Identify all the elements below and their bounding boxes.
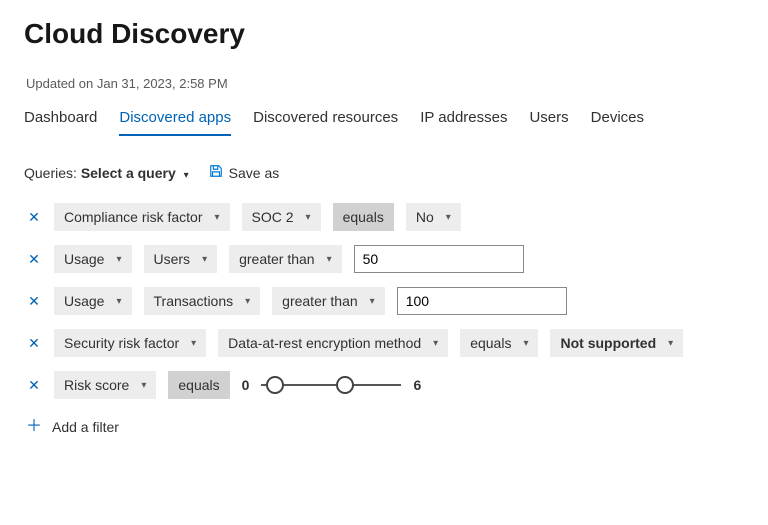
plus-icon: ＋ — [26, 419, 42, 435]
filter-sub-label: Data-at-rest encryption method — [228, 335, 421, 351]
filter-category-select[interactable]: Security risk factor ▾ — [54, 329, 206, 357]
filter-value-label: Not supported — [560, 335, 656, 351]
filter-category-label: Usage — [64, 251, 104, 267]
filter-operator-label: greater than — [239, 251, 315, 267]
filter-operator[interactable]: equals — [333, 203, 394, 231]
filter-sub-select[interactable]: Transactions ▾ — [144, 287, 261, 315]
tab-discovered-resources[interactable]: Discovered resources — [253, 105, 398, 136]
filter-row: ✕ Usage ▾ Transactions ▾ greater than ▾ — [26, 287, 744, 315]
slider-thumb-high[interactable] — [336, 376, 354, 394]
filter-operator[interactable]: equals — [168, 371, 229, 399]
chevron-down-icon: ▾ — [215, 212, 220, 223]
filter-sub-select[interactable]: SOC 2 ▾ — [242, 203, 321, 231]
filter-row: ✕ Usage ▾ Users ▾ greater than ▾ — [26, 245, 744, 273]
filter-category-label: Risk score — [64, 377, 129, 393]
remove-filter-icon[interactable]: ✕ — [26, 378, 42, 392]
filter-value-input[interactable] — [354, 245, 524, 273]
remove-filter-icon[interactable]: ✕ — [26, 252, 42, 266]
filter-sub-label: SOC 2 — [252, 209, 294, 225]
queries-row: Queries: Select a query ▾ Save as — [24, 164, 744, 181]
tabs: Dashboard Discovered apps Discovered res… — [24, 105, 744, 136]
filter-operator-select[interactable]: equals ▾ — [460, 329, 538, 357]
filter-row: ✕ Compliance risk factor ▾ SOC 2 ▾ equal… — [26, 203, 744, 231]
filter-operator-label: greater than — [282, 293, 358, 309]
remove-filter-icon[interactable]: ✕ — [26, 336, 42, 350]
chevron-down-icon: ▾ — [370, 296, 375, 307]
filter-sub-select[interactable]: Users ▾ — [144, 245, 218, 273]
tab-discovered-apps[interactable]: Discovered apps — [119, 105, 231, 136]
remove-filter-icon[interactable]: ✕ — [26, 294, 42, 308]
range-max-label: 6 — [413, 377, 421, 393]
save-as-label: Save as — [229, 165, 280, 181]
chevron-down-icon: ▾ — [116, 254, 121, 265]
queries-selector[interactable]: Queries: Select a query ▾ — [24, 165, 189, 181]
filter-value-select[interactable]: No ▾ — [406, 203, 461, 231]
chevron-down-icon: ▾ — [668, 338, 673, 349]
add-filter-button[interactable]: ＋ Add a filter — [26, 419, 744, 435]
chevron-down-icon: ▾ — [141, 380, 146, 391]
chevron-down-icon: ▾ — [191, 338, 196, 349]
save-as-button[interactable]: Save as — [209, 164, 280, 181]
filter-operator-label: equals — [178, 377, 219, 393]
filter-sub-label: Users — [154, 251, 191, 267]
chevron-down-icon: ▾ — [184, 170, 189, 181]
add-filter-label: Add a filter — [52, 419, 119, 435]
tab-ip-addresses[interactable]: IP addresses — [420, 105, 507, 136]
queries-selected: Select a query — [81, 165, 176, 181]
filter-list: ✕ Compliance risk factor ▾ SOC 2 ▾ equal… — [24, 203, 744, 435]
chevron-down-icon: ▾ — [116, 296, 121, 307]
chevron-down-icon: ▾ — [523, 338, 528, 349]
save-icon — [209, 164, 223, 181]
chevron-down-icon: ▾ — [245, 296, 250, 307]
remove-filter-icon[interactable]: ✕ — [26, 210, 42, 224]
chevron-down-icon: ▾ — [446, 212, 451, 223]
chevron-down-icon: ▾ — [433, 338, 438, 349]
slider-thumb-low[interactable] — [266, 376, 284, 394]
filter-value-select[interactable]: Not supported ▾ — [550, 329, 683, 357]
filter-row: ✕ Security risk factor ▾ Data-at-rest en… — [26, 329, 744, 357]
range-slider[interactable] — [261, 377, 401, 393]
tab-devices[interactable]: Devices — [591, 105, 644, 136]
filter-value-label: No — [416, 209, 434, 225]
filter-sub-label: Transactions — [154, 293, 234, 309]
filter-category-select[interactable]: Risk score ▾ — [54, 371, 156, 399]
filter-category-select[interactable]: Compliance risk factor ▾ — [54, 203, 230, 231]
filter-category-label: Compliance risk factor — [64, 209, 203, 225]
filter-category-label: Usage — [64, 293, 104, 309]
range-slider-wrap: 0 6 — [242, 377, 422, 393]
page-title: Cloud Discovery — [24, 18, 744, 50]
filter-operator-label: equals — [343, 209, 384, 225]
filter-operator-select[interactable]: greater than ▾ — [272, 287, 385, 315]
tab-dashboard[interactable]: Dashboard — [24, 105, 97, 136]
filter-value-input[interactable] — [397, 287, 567, 315]
chevron-down-icon: ▾ — [327, 254, 332, 265]
range-min-label: 0 — [242, 377, 250, 393]
filter-category-select[interactable]: Usage ▾ — [54, 287, 132, 315]
filter-operator-label: equals — [470, 335, 511, 351]
chevron-down-icon: ▾ — [202, 254, 207, 265]
filter-sub-select[interactable]: Data-at-rest encryption method ▾ — [218, 329, 448, 357]
filter-operator-select[interactable]: greater than ▾ — [229, 245, 342, 273]
chevron-down-icon: ▾ — [306, 212, 311, 223]
updated-timestamp: Updated on Jan 31, 2023, 2:58 PM — [26, 76, 744, 91]
filter-category-select[interactable]: Usage ▾ — [54, 245, 132, 273]
tab-users[interactable]: Users — [529, 105, 568, 136]
filter-category-label: Security risk factor — [64, 335, 179, 351]
filter-row: ✕ Risk score ▾ equals 0 6 — [26, 371, 744, 399]
queries-label-text: Queries: — [24, 165, 77, 181]
